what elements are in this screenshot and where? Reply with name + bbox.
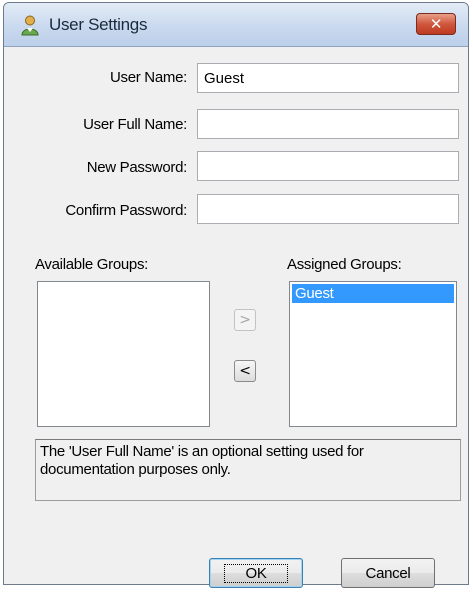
title-bar[interactable]: User Settings ✕ <box>4 3 468 47</box>
user-name-field[interactable] <box>197 63 459 93</box>
new-password-label: New Password: <box>86 159 188 176</box>
window-title: User Settings <box>49 15 148 34</box>
assigned-groups-label: Assigned Groups: <box>287 256 402 273</box>
close-button[interactable]: ✕ <box>416 13 456 35</box>
ok-button-label: OK <box>224 563 288 583</box>
new-password-field[interactable] <box>197 151 459 181</box>
close-icon: ✕ <box>429 15 443 33</box>
cancel-button[interactable]: Cancel <box>341 558 435 588</box>
list-item[interactable]: Guest <box>292 284 454 303</box>
confirm-password-label: Confirm Password: <box>65 202 187 219</box>
user-icon <box>21 15 39 36</box>
info-text: The 'User Full Name' is an optional sett… <box>40 443 364 478</box>
user-settings-dialog: User Settings ✕ User Name: User Full Nam… <box>3 2 469 588</box>
info-text-box: The 'User Full Name' is an optional sett… <box>35 439 461 501</box>
available-groups-list[interactable] <box>37 281 210 427</box>
assigned-groups-list[interactable]: Guest <box>289 281 457 427</box>
chevron-right-icon: > <box>239 312 251 328</box>
user-full-name-field[interactable] <box>197 109 459 139</box>
user-full-name-label: User Full Name: <box>83 116 187 133</box>
chevron-left-icon: < <box>239 363 251 379</box>
add-group-button[interactable]: > <box>234 309 256 331</box>
remove-group-button[interactable]: < <box>234 360 256 382</box>
ok-button[interactable]: OK <box>209 558 303 588</box>
available-groups-label: Available Groups: <box>35 256 149 273</box>
cancel-button-label: Cancel <box>365 564 411 582</box>
confirm-password-field[interactable] <box>197 194 459 224</box>
user-name-label: User Name: <box>109 69 187 86</box>
